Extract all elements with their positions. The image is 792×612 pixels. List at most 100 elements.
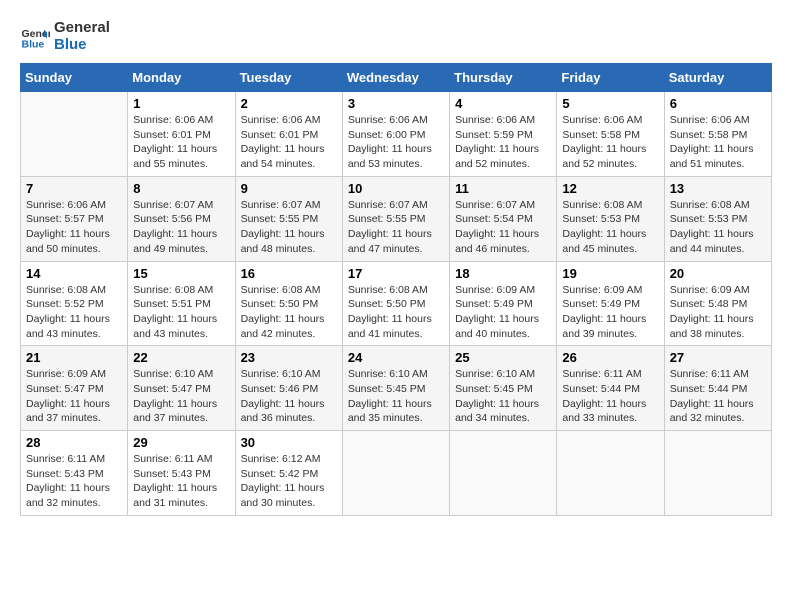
calendar-cell xyxy=(557,431,664,516)
day-number: 2 xyxy=(241,96,337,111)
day-number: 25 xyxy=(455,350,551,365)
day-info: Sunrise: 6:06 AMSunset: 5:59 PMDaylight:… xyxy=(455,113,551,172)
logo-icon: General Blue xyxy=(20,22,50,52)
day-number: 10 xyxy=(348,181,444,196)
calendar-cell: 13 Sunrise: 6:08 AMSunset: 5:53 PMDaylig… xyxy=(664,176,771,261)
day-info: Sunrise: 6:06 AMSunset: 5:58 PMDaylight:… xyxy=(562,113,658,172)
logo-general: General xyxy=(54,20,110,37)
day-info: Sunrise: 6:11 AMSunset: 5:44 PMDaylight:… xyxy=(562,367,658,426)
calendar-cell: 8 Sunrise: 6:07 AMSunset: 5:56 PMDayligh… xyxy=(128,176,235,261)
calendar-cell: 7 Sunrise: 6:06 AMSunset: 5:57 PMDayligh… xyxy=(21,176,128,261)
calendar-cell: 14 Sunrise: 6:08 AMSunset: 5:52 PMDaylig… xyxy=(21,261,128,346)
day-info: Sunrise: 6:10 AMSunset: 5:46 PMDaylight:… xyxy=(241,367,337,426)
calendar-table: SundayMondayTuesdayWednesdayThursdayFrid… xyxy=(20,63,772,516)
weekday-header-friday: Friday xyxy=(557,64,664,92)
day-info: Sunrise: 6:08 AMSunset: 5:53 PMDaylight:… xyxy=(670,198,766,257)
day-info: Sunrise: 6:12 AMSunset: 5:42 PMDaylight:… xyxy=(241,452,337,511)
day-number: 27 xyxy=(670,350,766,365)
day-info: Sunrise: 6:11 AMSunset: 5:43 PMDaylight:… xyxy=(26,452,122,511)
calendar-week-1: 1 Sunrise: 6:06 AMSunset: 6:01 PMDayligh… xyxy=(21,92,772,177)
calendar-week-5: 28 Sunrise: 6:11 AMSunset: 5:43 PMDaylig… xyxy=(21,431,772,516)
calendar-cell xyxy=(450,431,557,516)
calendar-cell: 6 Sunrise: 6:06 AMSunset: 5:58 PMDayligh… xyxy=(664,92,771,177)
day-number: 11 xyxy=(455,181,551,196)
calendar-header: SundayMondayTuesdayWednesdayThursdayFrid… xyxy=(21,64,772,92)
calendar-cell: 5 Sunrise: 6:06 AMSunset: 5:58 PMDayligh… xyxy=(557,92,664,177)
weekday-header-tuesday: Tuesday xyxy=(235,64,342,92)
calendar-cell xyxy=(342,431,449,516)
day-number: 23 xyxy=(241,350,337,365)
calendar-cell: 20 Sunrise: 6:09 AMSunset: 5:48 PMDaylig… xyxy=(664,261,771,346)
logo-blue: Blue xyxy=(54,37,110,54)
day-number: 15 xyxy=(133,266,229,281)
day-info: Sunrise: 6:06 AMSunset: 6:00 PMDaylight:… xyxy=(348,113,444,172)
calendar-cell: 1 Sunrise: 6:06 AMSunset: 6:01 PMDayligh… xyxy=(128,92,235,177)
day-number: 30 xyxy=(241,435,337,450)
day-info: Sunrise: 6:06 AMSunset: 6:01 PMDaylight:… xyxy=(133,113,229,172)
day-number: 28 xyxy=(26,435,122,450)
calendar-cell: 3 Sunrise: 6:06 AMSunset: 6:00 PMDayligh… xyxy=(342,92,449,177)
weekday-header-row: SundayMondayTuesdayWednesdayThursdayFrid… xyxy=(21,64,772,92)
day-number: 24 xyxy=(348,350,444,365)
day-number: 20 xyxy=(670,266,766,281)
day-info: Sunrise: 6:08 AMSunset: 5:50 PMDaylight:… xyxy=(241,283,337,342)
day-number: 16 xyxy=(241,266,337,281)
header: General Blue General Blue xyxy=(20,20,772,53)
day-info: Sunrise: 6:10 AMSunset: 5:45 PMDaylight:… xyxy=(455,367,551,426)
calendar-cell: 4 Sunrise: 6:06 AMSunset: 5:59 PMDayligh… xyxy=(450,92,557,177)
day-number: 17 xyxy=(348,266,444,281)
weekday-header-sunday: Sunday xyxy=(21,64,128,92)
svg-text:Blue: Blue xyxy=(22,38,45,50)
day-info: Sunrise: 6:11 AMSunset: 5:44 PMDaylight:… xyxy=(670,367,766,426)
calendar-week-4: 21 Sunrise: 6:09 AMSunset: 5:47 PMDaylig… xyxy=(21,346,772,431)
calendar-cell xyxy=(664,431,771,516)
calendar-cell: 30 Sunrise: 6:12 AMSunset: 5:42 PMDaylig… xyxy=(235,431,342,516)
day-info: Sunrise: 6:10 AMSunset: 5:47 PMDaylight:… xyxy=(133,367,229,426)
day-number: 4 xyxy=(455,96,551,111)
calendar-cell: 27 Sunrise: 6:11 AMSunset: 5:44 PMDaylig… xyxy=(664,346,771,431)
day-info: Sunrise: 6:10 AMSunset: 5:45 PMDaylight:… xyxy=(348,367,444,426)
day-info: Sunrise: 6:06 AMSunset: 6:01 PMDaylight:… xyxy=(241,113,337,172)
calendar-cell: 28 Sunrise: 6:11 AMSunset: 5:43 PMDaylig… xyxy=(21,431,128,516)
day-number: 8 xyxy=(133,181,229,196)
calendar-cell: 29 Sunrise: 6:11 AMSunset: 5:43 PMDaylig… xyxy=(128,431,235,516)
day-number: 6 xyxy=(670,96,766,111)
day-number: 21 xyxy=(26,350,122,365)
calendar-cell: 9 Sunrise: 6:07 AMSunset: 5:55 PMDayligh… xyxy=(235,176,342,261)
calendar-cell: 21 Sunrise: 6:09 AMSunset: 5:47 PMDaylig… xyxy=(21,346,128,431)
calendar-cell: 26 Sunrise: 6:11 AMSunset: 5:44 PMDaylig… xyxy=(557,346,664,431)
day-info: Sunrise: 6:06 AMSunset: 5:57 PMDaylight:… xyxy=(26,198,122,257)
day-number: 13 xyxy=(670,181,766,196)
calendar-cell: 23 Sunrise: 6:10 AMSunset: 5:46 PMDaylig… xyxy=(235,346,342,431)
weekday-header-saturday: Saturday xyxy=(664,64,771,92)
calendar-cell: 18 Sunrise: 6:09 AMSunset: 5:49 PMDaylig… xyxy=(450,261,557,346)
day-number: 22 xyxy=(133,350,229,365)
calendar-cell: 19 Sunrise: 6:09 AMSunset: 5:49 PMDaylig… xyxy=(557,261,664,346)
calendar-cell: 25 Sunrise: 6:10 AMSunset: 5:45 PMDaylig… xyxy=(450,346,557,431)
day-info: Sunrise: 6:07 AMSunset: 5:55 PMDaylight:… xyxy=(241,198,337,257)
day-number: 29 xyxy=(133,435,229,450)
calendar-week-2: 7 Sunrise: 6:06 AMSunset: 5:57 PMDayligh… xyxy=(21,176,772,261)
logo: General Blue General Blue xyxy=(20,20,110,53)
weekday-header-thursday: Thursday xyxy=(450,64,557,92)
day-info: Sunrise: 6:11 AMSunset: 5:43 PMDaylight:… xyxy=(133,452,229,511)
day-info: Sunrise: 6:08 AMSunset: 5:51 PMDaylight:… xyxy=(133,283,229,342)
calendar-cell: 11 Sunrise: 6:07 AMSunset: 5:54 PMDaylig… xyxy=(450,176,557,261)
calendar-cell: 24 Sunrise: 6:10 AMSunset: 5:45 PMDaylig… xyxy=(342,346,449,431)
calendar-body: 1 Sunrise: 6:06 AMSunset: 6:01 PMDayligh… xyxy=(21,92,772,516)
day-info: Sunrise: 6:08 AMSunset: 5:53 PMDaylight:… xyxy=(562,198,658,257)
day-number: 18 xyxy=(455,266,551,281)
day-info: Sunrise: 6:08 AMSunset: 5:50 PMDaylight:… xyxy=(348,283,444,342)
calendar-cell: 22 Sunrise: 6:10 AMSunset: 5:47 PMDaylig… xyxy=(128,346,235,431)
day-number: 3 xyxy=(348,96,444,111)
day-number: 1 xyxy=(133,96,229,111)
calendar-cell: 2 Sunrise: 6:06 AMSunset: 6:01 PMDayligh… xyxy=(235,92,342,177)
day-number: 12 xyxy=(562,181,658,196)
day-info: Sunrise: 6:07 AMSunset: 5:55 PMDaylight:… xyxy=(348,198,444,257)
calendar-week-3: 14 Sunrise: 6:08 AMSunset: 5:52 PMDaylig… xyxy=(21,261,772,346)
day-info: Sunrise: 6:07 AMSunset: 5:54 PMDaylight:… xyxy=(455,198,551,257)
day-number: 7 xyxy=(26,181,122,196)
day-number: 5 xyxy=(562,96,658,111)
weekday-header-wednesday: Wednesday xyxy=(342,64,449,92)
day-info: Sunrise: 6:09 AMSunset: 5:48 PMDaylight:… xyxy=(670,283,766,342)
